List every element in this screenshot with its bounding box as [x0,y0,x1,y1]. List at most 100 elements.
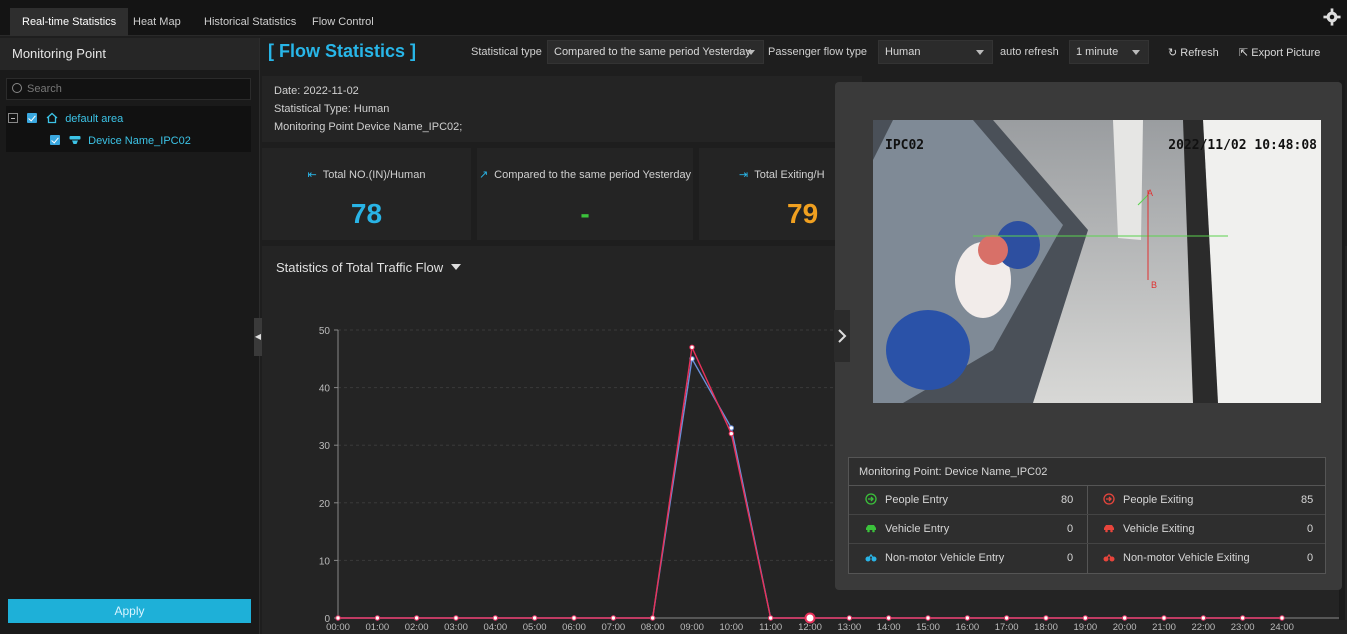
collapse-icon[interactable] [8,113,18,123]
vehicle-exiting-label: Vehicle Exiting [1103,515,1195,544]
summary-row: Non-motor Vehicle Entry 0 Non-motor Vehi… [849,544,1325,573]
top-tab-bar: Real-time Statistics Heat Map Historical… [0,0,1347,36]
camera-preview[interactable]: IPC02 2022/11/02 10:48:08 A B [873,120,1321,403]
y-tick-label: 10 [319,556,331,567]
x-tick-label: 20:00 [1113,622,1137,633]
vehicle-entry-label: Vehicle Entry [865,515,949,544]
apply-button[interactable]: Apply [8,599,251,623]
camera-icon [69,136,81,144]
tree-item-device[interactable]: Device Name_IPC02 [50,131,191,151]
chevron-down-icon [976,50,984,55]
y-tick-label: 20 [319,499,331,510]
data-point [1043,615,1049,621]
data-point [964,615,971,621]
data-point [649,615,656,621]
data-point [413,615,420,621]
vehicle-entry-value: 0 [1067,523,1074,535]
search-input[interactable]: Search [6,78,251,100]
car-icon [1104,525,1114,533]
line-label-b: B [1151,280,1158,290]
exit-icon: ⇥ [739,169,749,181]
data-point [1279,615,1285,621]
chevron-down-icon [1132,50,1140,55]
tab-flow-control[interactable]: Flow Control [300,8,386,36]
x-tick-label: 13:00 [837,622,861,633]
card-label: ↗ Compared to the same period Yesterday [478,169,692,181]
tree-item-default-area[interactable]: default area [8,109,123,129]
data-point [1121,615,1128,621]
monitoring-point-summary: Monitoring Point: Device Name_IPC02 Peop… [848,457,1326,574]
data-point [571,615,577,621]
non-motor-entry-value: 0 [1067,552,1074,564]
auto-refresh-select[interactable]: 1 minute [1069,40,1149,64]
tab-historical-statistics[interactable]: Historical Statistics [192,8,308,36]
corridor-scene-image [873,120,1321,403]
export-picture-button[interactable]: ⇱ Export Picture [1239,46,1320,59]
data-point [374,615,381,621]
enter-icon: ⇤ [307,169,317,181]
trend-icon: ↗ [478,169,489,181]
video-channel-label: IPC02 [885,138,925,153]
x-tick-label: 12:00 [798,622,822,633]
x-tick-label: 09:00 [680,622,704,633]
x-tick-label: 04:00 [483,622,507,633]
y-tick-label: 50 [319,326,331,337]
export-icon: ⇱ [1239,47,1249,59]
summary-row: People Entry 80 People Exiting 85 [849,486,1325,515]
refresh-button[interactable]: ↻ Refresh [1168,46,1219,59]
data-point [1200,615,1207,621]
search-placeholder: Search [27,83,62,95]
people-exiting-label: People Exiting [1103,486,1193,515]
refresh-icon: ↻ [1168,47,1178,59]
auto-refresh-label: auto refresh [1000,46,1059,58]
statistical-type-select[interactable]: Compared to the same period Yesterday [547,40,764,64]
checkbox-device[interactable] [50,135,60,145]
data-point [531,615,538,621]
page-title: [ Flow Statistics ] [268,41,417,61]
sidebar-collapse-handle[interactable]: ◀ [254,318,262,356]
enter-icon [865,493,877,505]
data-point [453,615,459,621]
x-tick-label: 01:00 [365,622,389,633]
data-point [1239,615,1246,621]
x-tick-label: 06:00 [562,622,586,633]
people-exiting-value: 85 [1301,494,1314,506]
x-tick-label: 02:00 [405,622,429,633]
statistical-type-label: Statistical type [471,46,542,58]
non-motor-entry-label: Non-motor Vehicle Entry [865,544,1004,573]
gear-icon[interactable] [1323,8,1341,26]
x-tick-label: 18:00 [1034,622,1058,633]
bike-icon [1103,553,1115,562]
vehicle-exiting-value: 0 [1307,523,1314,535]
data-point [1082,615,1089,621]
people-entry-value: 80 [1061,494,1074,506]
x-tick-label: 00:00 [326,622,350,633]
export-label: Export Picture [1251,47,1321,59]
non-motor-exiting-value: 0 [1307,552,1314,564]
data-point [335,615,341,621]
checkbox-default-area[interactable] [27,113,38,123]
chevron-down-icon [747,50,755,55]
x-tick-label: 19:00 [1073,622,1097,633]
x-tick-label: 10:00 [719,622,743,633]
highlight-point [804,612,816,624]
x-tick-label: 05:00 [523,622,547,633]
video-timestamp: 2022/11/02 10:48:08 [1168,138,1317,153]
data-point [925,615,931,621]
search-icon [12,83,22,93]
passenger-flow-select[interactable]: Human [878,40,993,64]
data-point [885,615,892,621]
x-tick-label: 03:00 [444,622,468,633]
line-label-a: A [1147,188,1154,198]
tab-real-time-statistics[interactable]: Real-time Statistics [10,8,129,36]
x-tick-label: 22:00 [1191,622,1215,633]
tab-heat-map[interactable]: Heat Map [121,8,193,36]
x-tick-label: 11:00 [759,622,782,633]
card-label: ⇤ Total NO.(IN)/Human [307,169,426,181]
statistics-info-panel: Date: 2022-11-02 Statistical Type: Human… [262,76,862,142]
card-value: - [580,198,590,229]
overlay-toggle-button[interactable] [834,310,850,362]
x-tick-label: 15:00 [916,622,940,633]
y-tick-label: 40 [319,384,331,395]
refresh-label: Refresh [1180,47,1219,59]
